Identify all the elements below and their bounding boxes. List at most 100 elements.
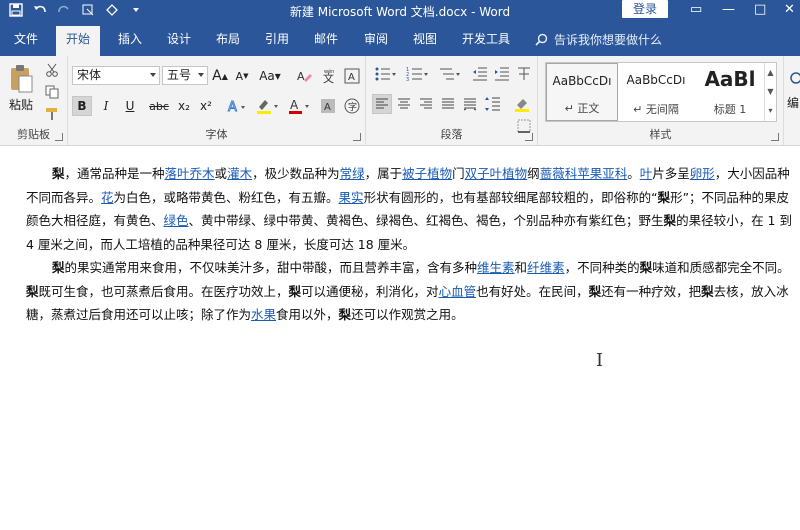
change-case-button[interactable]: Aa ▾: [256, 66, 284, 86]
hyperlink[interactable]: 心血管: [439, 284, 477, 299]
phonetic-guide-icon[interactable]: 文 wén: [318, 66, 338, 86]
line-spacing-icon[interactable]: [482, 94, 508, 114]
document-page[interactable]: 梨，通常品种是一种落叶乔木或灌木，极少数品种为常绿，属于被子植物门双子叶植物纲蔷…: [0, 146, 800, 530]
shading-icon[interactable]: [512, 94, 532, 114]
minimize-icon[interactable]: —: [722, 2, 735, 17]
close-icon[interactable]: ✕: [784, 2, 795, 17]
bullets-button[interactable]: [372, 64, 400, 84]
strikethrough-button[interactable]: abc: [146, 96, 172, 116]
align-left-icon[interactable]: [372, 94, 392, 114]
tab-home[interactable]: 开始: [56, 26, 101, 56]
clipboard-launcher[interactable]: [55, 133, 63, 141]
hyperlink[interactable]: 被子植物: [402, 166, 452, 181]
hyperlink[interactable]: 灌木: [227, 166, 252, 181]
paragraph-2[interactable]: 梨的果实通常用来食用，不仅味美汁多，甜中带酸，而且营养丰富，含有多种维生素和纤维…: [26, 256, 800, 327]
distributed-icon[interactable]: [460, 94, 480, 114]
tab-developer[interactable]: 开发工具: [462, 30, 510, 56]
text-run: ，不同种类的: [564, 260, 640, 275]
shrink-font-button[interactable]: A ▼: [232, 66, 252, 86]
font-name-value: 宋体: [77, 68, 102, 82]
document-body[interactable]: 梨，通常品种是一种落叶乔木或灌木，极少数品种为常绿，属于被子植物门双子叶植物纲蔷…: [26, 162, 800, 327]
text-run: 还有一种疗效，把: [601, 283, 702, 299]
tab-review[interactable]: 审阅: [364, 30, 388, 56]
superscript-button[interactable]: x²: [196, 96, 216, 116]
maximize-icon[interactable]: □: [754, 2, 766, 17]
italic-button[interactable]: I: [96, 96, 116, 116]
char-shading-icon[interactable]: A: [318, 96, 338, 116]
tab-mailings[interactable]: 邮件: [314, 30, 338, 56]
paste-button[interactable]: 粘贴: [6, 60, 36, 116]
paragraph-launcher[interactable]: [525, 133, 533, 141]
text-run: 可以通便秘，利消化，对: [301, 283, 439, 299]
clipboard-group: 粘贴 剪贴板: [0, 56, 68, 146]
tell-me-box[interactable]: 告诉我你想要做什么: [535, 31, 662, 48]
hyperlink[interactable]: 叶: [640, 166, 653, 181]
multilevel-list-button[interactable]: [436, 64, 464, 84]
title-bar: 新建 Microsoft Word 文档.docx - Word 登录 ▭ — …: [0, 0, 800, 22]
styles-launcher[interactable]: [771, 133, 779, 141]
hyperlink[interactable]: 绿色: [164, 213, 189, 228]
styles-gallery-scrollbar[interactable]: ▲ ▼ ▾: [764, 63, 776, 121]
increase-indent-icon[interactable]: [492, 64, 512, 84]
highlight-color-button[interactable]: [254, 96, 282, 116]
underline-button[interactable]: U: [118, 96, 142, 116]
text-run: 味道和质感都完全不同。: [652, 260, 790, 275]
tab-file[interactable]: 文件: [14, 30, 38, 56]
tab-layout[interactable]: 布局: [216, 30, 240, 56]
style-no-spacing[interactable]: AaBbCcDı ↵ 无间隔: [620, 63, 692, 121]
svg-text:A: A: [348, 72, 355, 83]
text-run: 食用以外，: [276, 307, 339, 322]
tab-references[interactable]: 引用: [265, 30, 289, 56]
font-name-select[interactable]: 宋体: [72, 66, 160, 85]
paragraph-1[interactable]: 梨，通常品种是一种落叶乔木或灌木，极少数品种为常绿，属于被子植物门双子叶植物纲蔷…: [26, 162, 800, 256]
svg-text:wén: wén: [324, 68, 334, 75]
style-normal[interactable]: AaBbCcDı ↵ 正文: [546, 63, 618, 121]
font-color-button[interactable]: A: [286, 96, 314, 116]
chevron-up-icon[interactable]: ▲: [765, 63, 776, 82]
hyperlink[interactable]: 蔷薇科苹果亚科: [540, 166, 628, 181]
align-center-icon[interactable]: [394, 94, 414, 114]
tab-view[interactable]: 视图: [413, 30, 437, 56]
clear-formatting-icon[interactable]: A: [294, 66, 314, 86]
hyperlink[interactable]: 维生素: [477, 260, 515, 275]
expand-gallery-icon[interactable]: ▾: [765, 101, 776, 120]
hyperlink[interactable]: 纤维素: [527, 260, 565, 275]
char-border-icon[interactable]: 字: [342, 96, 362, 116]
editing-button[interactable]: 编: [786, 62, 800, 118]
hyperlink[interactable]: 常绿: [340, 166, 365, 181]
login-button[interactable]: 登录: [622, 0, 668, 18]
text-effects-button[interactable]: A: [224, 96, 250, 116]
hyperlink[interactable]: 落叶乔木: [165, 166, 215, 181]
format-painter-icon[interactable]: [42, 104, 62, 124]
hyperlink[interactable]: 卵形: [690, 166, 715, 181]
ribbon-display-icon[interactable]: ▭: [690, 2, 702, 17]
justify-icon[interactable]: [438, 94, 458, 114]
hyperlink[interactable]: 果实: [339, 190, 364, 205]
subscript-button[interactable]: x₂: [174, 96, 194, 116]
font-size-select[interactable]: 五号: [162, 66, 208, 85]
hyperlink[interactable]: 花: [101, 190, 114, 205]
svg-text:A: A: [324, 102, 331, 113]
enclose-char-icon[interactable]: A: [342, 66, 362, 86]
bold-text: 梨: [657, 189, 671, 205]
decrease-indent-icon[interactable]: [470, 64, 490, 84]
hyperlink[interactable]: 双子叶植物: [465, 166, 528, 181]
font-launcher[interactable]: [353, 133, 361, 141]
bold-button[interactable]: B: [72, 96, 92, 116]
tab-design[interactable]: 设计: [167, 30, 191, 56]
numbering-button[interactable]: 123: [404, 64, 432, 84]
tab-insert[interactable]: 插入: [118, 30, 142, 56]
paste-icon: [11, 64, 33, 92]
chevron-down-icon[interactable]: ▼: [765, 82, 776, 101]
cut-icon[interactable]: [42, 60, 62, 80]
align-right-icon[interactable]: [416, 94, 436, 114]
style-sample: AaBl: [704, 67, 756, 91]
style-heading-1[interactable]: AaBl 标题 1: [694, 63, 766, 121]
grow-font-button[interactable]: A ▲: [210, 66, 230, 86]
text-run: 还可以作观赏之用。: [351, 307, 464, 322]
text-run: 门: [452, 166, 465, 181]
font-group-label: 字体: [205, 128, 228, 141]
chinese-layout-icon[interactable]: [514, 64, 534, 84]
copy-icon[interactable]: [42, 82, 62, 102]
hyperlink[interactable]: 水果: [251, 307, 276, 322]
